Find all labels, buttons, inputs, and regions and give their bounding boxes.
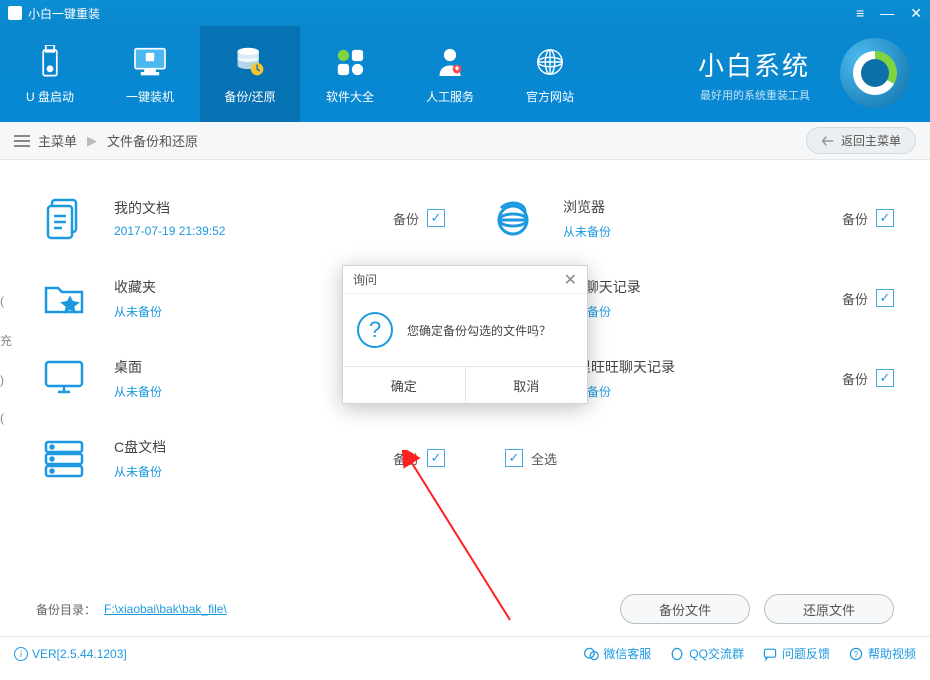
item-status[interactable]: 从未备份	[114, 463, 393, 480]
item-status[interactable]: 从未备份	[563, 383, 842, 400]
brand: 小白系统 最好用的系统重装工具	[698, 46, 810, 103]
item-title: C盘文档	[114, 437, 393, 457]
server-icon	[36, 430, 92, 486]
logo-badge	[840, 38, 910, 108]
question-icon: ?	[357, 312, 393, 348]
close-icon[interactable]: ✕	[910, 5, 922, 22]
app-name: 小白一键重装	[28, 5, 100, 22]
backup-files-button[interactable]: 备份文件	[620, 594, 750, 624]
help-icon: ?	[848, 646, 864, 662]
window-controls: ≡ — ✕	[856, 5, 922, 22]
documents-icon	[36, 190, 92, 246]
confirm-dialog: 询问 ✕ ? 您确定备份勾选的文件吗？ 确定 取消	[342, 265, 588, 404]
item-title: 浏览器	[563, 197, 842, 217]
breadcrumb-current: 文件备份和还原	[107, 131, 198, 150]
database-icon	[232, 44, 268, 80]
select-all-checkbox[interactable]	[505, 449, 523, 467]
item-status[interactable]: 从未备份	[563, 223, 842, 240]
folder-star-icon	[36, 270, 92, 326]
nav-backup-restore[interactable]: 备份/还原	[200, 26, 300, 122]
nav-software[interactable]: 软件大全	[300, 26, 400, 122]
item-title: 阿里旺旺聊天记录	[563, 357, 842, 377]
backup-checkbox[interactable]	[427, 449, 445, 467]
link-feedback[interactable]: 问题反馈	[762, 645, 830, 662]
minimize-icon[interactable]: —	[880, 5, 894, 22]
modal-cancel-button[interactable]: 取消	[466, 367, 588, 403]
link-qq-group[interactable]: QQ交流群	[669, 645, 744, 662]
nav-website[interactable]: 官方网站	[500, 26, 600, 122]
svg-text:?: ?	[854, 650, 859, 659]
nav-support[interactable]: 人工服务	[400, 26, 500, 122]
item-title: QQ聊天记录	[563, 277, 842, 297]
breadcrumb: 主菜单 ▶ 文件备份和还原 返回主菜单	[0, 122, 930, 160]
globe-icon	[532, 44, 568, 80]
link-help-video[interactable]: ? 帮助视频	[848, 645, 916, 662]
modal-title: 询问	[353, 271, 377, 288]
back-button[interactable]: 返回主菜单	[806, 127, 916, 154]
path-link[interactable]: F:\xiaobai\bak\bak_file\	[104, 602, 227, 616]
wechat-icon	[583, 646, 599, 662]
chevron-right-icon: ▶	[87, 133, 97, 149]
item-status[interactable]: 2017-07-19 21:39:52	[114, 224, 393, 238]
apps-icon	[332, 44, 368, 80]
usb-icon	[32, 44, 68, 80]
back-arrow-icon	[821, 134, 835, 148]
item-status[interactable]: 从未备份	[563, 303, 842, 320]
path-label: 备份目录：	[36, 601, 96, 618]
item-browser: 浏览器 从未备份 备份	[485, 190, 894, 246]
titlebar: 小白一键重装 ≡ — ✕	[0, 0, 930, 26]
monitor-icon	[132, 44, 168, 80]
restore-files-button[interactable]: 还原文件	[764, 594, 894, 624]
modal-message: 您确定备份勾选的文件吗？	[407, 322, 551, 339]
info-icon: i	[14, 647, 28, 661]
backup-checkbox[interactable]	[876, 289, 894, 307]
list-icon	[14, 135, 30, 147]
navbar: U 盘启动 一键装机 备份/还原 软件大全 人工服务 官方网站 小白系统 最好用…	[0, 26, 930, 122]
qq-group-icon	[669, 646, 685, 662]
select-all-row: 全选	[485, 430, 894, 486]
nav-one-click[interactable]: 一键装机	[100, 26, 200, 122]
modal-ok-button[interactable]: 确定	[343, 367, 466, 403]
item-c-drive: C盘文档 从未备份 备份	[36, 430, 445, 486]
version[interactable]: VER[2.5.44.1203]	[32, 647, 127, 661]
statusbar: i VER[2.5.44.1203] 微信客服 QQ交流群 问题反馈 ? 帮助视…	[0, 636, 930, 670]
person-icon	[432, 44, 468, 80]
feedback-icon	[762, 646, 778, 662]
desktop-icon	[36, 350, 92, 406]
breadcrumb-root[interactable]: 主菜单	[38, 131, 77, 150]
link-wechat[interactable]: 微信客服	[583, 645, 651, 662]
modal-close-icon[interactable]: ✕	[564, 270, 577, 290]
path-row: 备份目录： F:\xiaobai\bak\bak_file\ 备份文件 还原文件	[0, 594, 930, 636]
menu-icon[interactable]: ≡	[856, 5, 864, 22]
backup-checkbox[interactable]	[876, 369, 894, 387]
item-documents: 我的文档 2017-07-19 21:39:52 备份	[36, 190, 445, 246]
app-icon	[8, 6, 22, 20]
backup-checkbox[interactable]	[876, 209, 894, 227]
nav-usb-boot[interactable]: U 盘启动	[0, 26, 100, 122]
item-title: 我的文档	[114, 198, 393, 218]
backup-checkbox[interactable]	[427, 209, 445, 227]
ie-icon	[485, 190, 541, 246]
